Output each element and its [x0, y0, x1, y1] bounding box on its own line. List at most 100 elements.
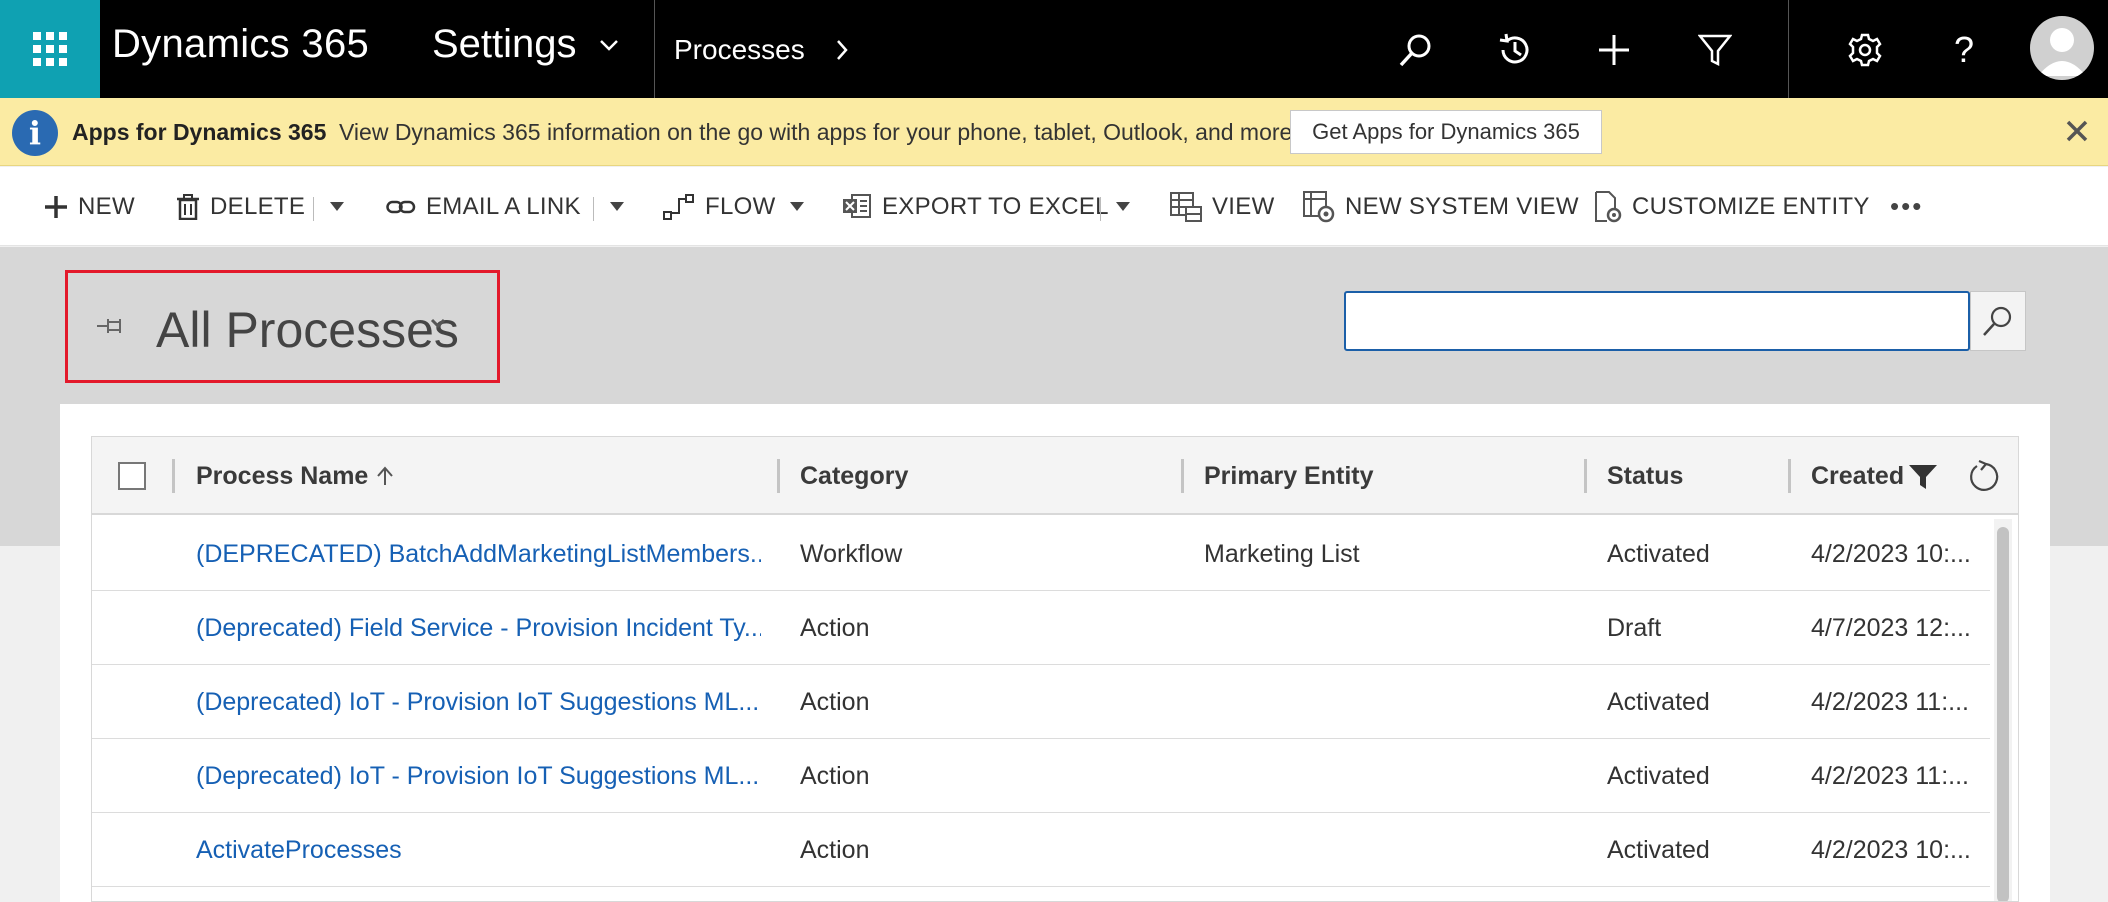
- search-icon: [1983, 306, 2012, 336]
- column-resizer[interactable]: [1181, 459, 1184, 493]
- filter-icon: [1698, 34, 1732, 67]
- get-apps-button[interactable]: Get Apps for Dynamics 365: [1290, 110, 1602, 154]
- search-icon: [1399, 34, 1431, 67]
- plus-icon: [1599, 35, 1629, 65]
- chevron-down-icon: [599, 39, 618, 51]
- table-row[interactable]: (Deprecated) Field Service - Provision I…: [92, 591, 1990, 665]
- quick-create-button[interactable]: [1594, 30, 1634, 70]
- notification-bar: i Apps for Dynamics 365 View Dynamics 36…: [0, 98, 2108, 166]
- close-icon: [2066, 120, 2088, 142]
- cell-status: Activated: [1607, 687, 1710, 716]
- new-button[interactable]: NEW: [44, 167, 135, 246]
- area-selector[interactable]: Settings: [432, 22, 619, 67]
- export-to-excel-label: EXPORT TO EXCEL: [882, 192, 1109, 220]
- cell-status: Activated: [1607, 539, 1710, 568]
- customize-icon: [1595, 190, 1622, 222]
- cell-created: 4/2/2023 11:...: [1811, 687, 1969, 716]
- plus-icon: [45, 195, 67, 218]
- scrollbar-thumb[interactable]: [1997, 527, 2009, 901]
- cell-process-name[interactable]: (Deprecated) Field Service - Provision I…: [196, 591, 761, 665]
- cell-process-name[interactable]: (Deprecated) IoT - Provision IoT Suggest…: [196, 739, 761, 813]
- cell-process-name[interactable]: ActivateProcesses: [196, 813, 761, 887]
- column-resizer[interactable]: [1788, 459, 1791, 493]
- column-resizer[interactable]: [777, 459, 780, 493]
- table-row[interactable]: (DEPRECATED) BatchAddMarketingListMember…: [92, 517, 1990, 591]
- info-icon: i: [12, 110, 58, 156]
- view-grid-icon: [1170, 191, 1202, 222]
- new-system-view-button[interactable]: NEW SYSTEM VIEW: [1303, 167, 1579, 246]
- customize-entity-label: CUSTOMIZE ENTITY: [1632, 192, 1870, 220]
- grid-filter-button[interactable]: [1903, 457, 1943, 497]
- caret-down-icon: [789, 202, 804, 211]
- delete-label: DELETE: [210, 192, 306, 220]
- cell-created: 4/7/2023 12:...: [1811, 613, 1971, 642]
- vertical-scrollbar[interactable]: [1994, 519, 2012, 901]
- settings-button[interactable]: [1845, 30, 1885, 70]
- column-header-process-name[interactable]: Process Name: [196, 437, 394, 515]
- app-launcher-button[interactable]: [0, 0, 100, 98]
- column-header-primary-entity[interactable]: Primary Entity: [1204, 437, 1374, 515]
- table-row[interactable]: ActivateProcesses Action Activated 4/2/2023…: [92, 813, 1990, 887]
- divider: [1788, 0, 1789, 98]
- user-icon: [2038, 28, 2086, 76]
- flow-button[interactable]: FLOW: [663, 167, 814, 246]
- cell-category: Workflow: [800, 539, 903, 568]
- email-link-options-dropdown[interactable]: [610, 167, 624, 246]
- gear-icon: [1848, 33, 1882, 67]
- filter-icon: [1909, 465, 1937, 489]
- delete-button[interactable]: DELETE: [176, 167, 305, 246]
- link-icon: [386, 200, 416, 213]
- cell-category: Action: [800, 613, 870, 642]
- column-resizer[interactable]: [172, 459, 175, 493]
- select-all-checkbox[interactable]: [118, 462, 146, 490]
- user-avatar[interactable]: [2030, 16, 2094, 80]
- command-bar: NEW DELETE EMAIL A LINK FLOW EXPORT TO E…: [0, 167, 2108, 246]
- recent-records-button[interactable]: [1495, 30, 1535, 70]
- app-brand: Dynamics 365: [112, 22, 370, 66]
- advanced-find-button[interactable]: [1695, 30, 1735, 70]
- divider: [313, 197, 314, 221]
- customize-entity-button[interactable]: CUSTOMIZE ENTITY: [1594, 167, 1870, 246]
- column-resizer[interactable]: [1584, 459, 1587, 493]
- view-selector[interactable]: All Processes: [65, 270, 500, 383]
- email-link-button[interactable]: EMAIL A LINK: [386, 167, 581, 246]
- help-button[interactable]: ?: [1944, 29, 1984, 70]
- cell-status: Draft: [1607, 613, 1662, 642]
- search-records-input[interactable]: [1344, 291, 1970, 351]
- search-button[interactable]: [1396, 30, 1436, 70]
- cell-process-name[interactable]: (Deprecated) IoT - Provision IoT Suggest…: [196, 665, 761, 739]
- cell-category: Action: [800, 687, 870, 716]
- column-header-created[interactable]: Created: [1811, 437, 1911, 515]
- history-icon: [1499, 33, 1529, 64]
- grid-header: Process Name Category Primary Entity Sta…: [92, 437, 2018, 515]
- email-link-label: EMAIL A LINK: [426, 192, 581, 220]
- cell-created: 4/2/2023 10:...: [1811, 835, 1971, 864]
- view-title: All Processes: [156, 302, 459, 358]
- export-options-dropdown[interactable]: [1116, 167, 1130, 246]
- breadcrumb-processes[interactable]: Processes: [674, 34, 849, 66]
- system-view-icon: [1303, 190, 1335, 222]
- export-to-excel-button[interactable]: EXPORT TO EXCEL: [842, 167, 1109, 246]
- column-header-category[interactable]: Category: [800, 437, 908, 515]
- excel-icon: [843, 193, 871, 218]
- cell-created: 4/2/2023 11:...: [1811, 761, 1969, 790]
- view-label: VIEW: [1212, 192, 1275, 220]
- dismiss-notification-button[interactable]: [2060, 114, 2094, 148]
- divider: [593, 197, 594, 221]
- more-commands-button[interactable]: •••: [1890, 167, 1923, 246]
- cell-status: Activated: [1607, 761, 1710, 790]
- refresh-grid-button[interactable]: [1963, 457, 2003, 497]
- delete-options-dropdown[interactable]: [330, 167, 344, 246]
- column-header-status[interactable]: Status: [1607, 437, 1683, 515]
- notification-title: Apps for Dynamics 365: [72, 119, 327, 145]
- cell-process-name[interactable]: (DEPRECATED) BatchAddMarketingListMember…: [196, 517, 761, 591]
- table-row[interactable]: (Deprecated) IoT - Provision IoT Suggest…: [92, 739, 1990, 813]
- column-label: Process Name: [196, 461, 369, 490]
- cell-primary-entity: [1204, 739, 1564, 813]
- view-button[interactable]: VIEW: [1170, 167, 1275, 246]
- search-records-button[interactable]: [1970, 291, 2026, 351]
- breadcrumb-label: Processes: [674, 34, 805, 65]
- table-row[interactable]: (Deprecated) IoT - Provision IoT Suggest…: [92, 665, 1990, 739]
- new-label: NEW: [78, 192, 135, 220]
- notification-message: View Dynamics 365 information on the go …: [339, 119, 1299, 145]
